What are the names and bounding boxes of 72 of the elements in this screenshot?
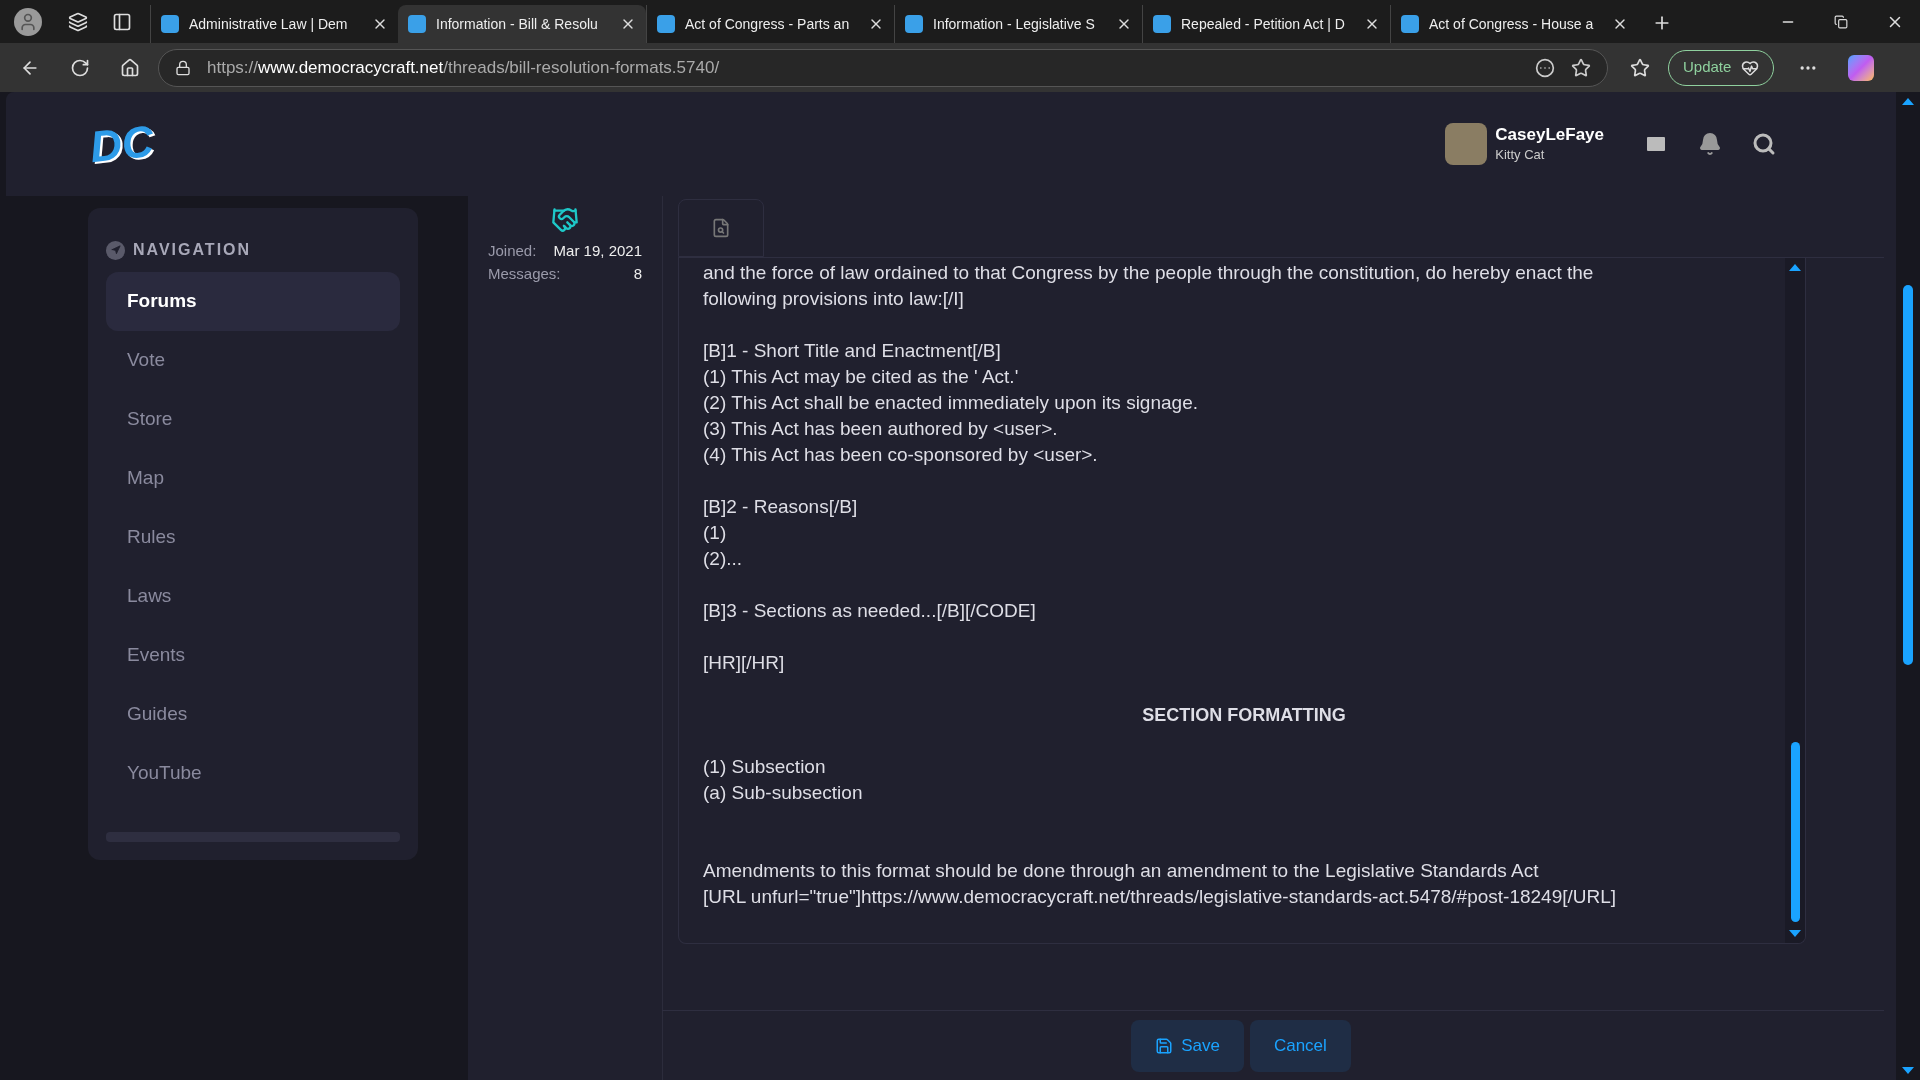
user-title: Kitty Cat xyxy=(1495,145,1546,164)
stat-value: 8 xyxy=(633,263,642,284)
bell-icon[interactable] xyxy=(1698,132,1722,156)
nav-item[interactable]: Map xyxy=(106,449,400,508)
navigation-icon xyxy=(106,240,125,260)
avatar-photo-placeholder[interactable] xyxy=(1445,123,1488,165)
favorites-icon[interactable] xyxy=(1630,57,1650,78)
site-favicon-icon xyxy=(657,15,675,33)
tab-title: Information - Bill & Resolu xyxy=(436,14,599,34)
editor-line: (2)... xyxy=(703,547,744,571)
editor-line: and the force of law ordained to that Congress by the people through the constitution, do hereby enact the xyxy=(703,261,1595,285)
site-logo[interactable]: DC xyxy=(86,107,157,181)
home-icon[interactable] xyxy=(120,57,140,78)
stat-label: Joined: xyxy=(488,241,537,261)
stat-label: Messages: xyxy=(488,263,561,284)
editor-line: (a) Sub-subsection xyxy=(703,781,864,805)
heart-pulse-icon xyxy=(1741,58,1760,77)
stat-value: Mar 19, 2021 xyxy=(553,241,642,261)
nav-item[interactable]: Forums xyxy=(106,272,400,331)
nav-item[interactable]: YouTube xyxy=(106,744,400,803)
editor-line: [B]1 - Short Title and Enactment[/B] xyxy=(703,339,1002,363)
profile-icon[interactable] xyxy=(14,7,42,36)
editor-line: [B]2 - Reasons[/B] xyxy=(703,495,859,519)
handshake-icon xyxy=(551,206,579,234)
tab-title: Administrative Law | Dem xyxy=(189,14,349,34)
editor-line: (1) Subsection xyxy=(703,755,827,779)
nav-item[interactable]: Laws xyxy=(106,567,400,626)
nav-item[interactable]: Guides xyxy=(106,685,400,744)
editor-scrollbar[interactable] xyxy=(1785,258,1805,943)
tab-title: Information - Legislative S xyxy=(933,14,1096,34)
address-bar[interactable]: https://www.democracycraft.net/threads/bill-resolution-formats.5740/ xyxy=(158,48,1608,87)
reload-icon[interactable] xyxy=(70,57,90,78)
editor-text-area[interactable] xyxy=(678,258,1806,944)
collections-icon[interactable] xyxy=(68,11,88,32)
editor-line: (1) xyxy=(703,521,728,545)
favorite-star-icon[interactable] xyxy=(1571,57,1591,78)
restore-icon[interactable] xyxy=(1834,14,1848,29)
tab-title: Act of Congress - House a xyxy=(1429,14,1595,34)
site-favicon-icon xyxy=(161,15,179,33)
tab-title: Repealed - Petition Act | D xyxy=(1181,14,1346,34)
cancel-button[interactable]: Cancel xyxy=(1249,1019,1351,1072)
site-favicon-icon xyxy=(1153,15,1171,33)
url-text: https://www.democracycraft.net/threads/bill-resolution-formats.5740/ xyxy=(207,56,720,79)
editor-line: (4) This Act has been co-sponsored by <user>. xyxy=(703,443,1099,467)
save-button[interactable]: Save xyxy=(1131,1019,1244,1072)
editor-line: [B]3 - Sections as needed...[/B][/CODE] xyxy=(703,599,1037,623)
site-favicon-icon xyxy=(408,15,426,33)
search-icon[interactable] xyxy=(1752,132,1776,156)
site-favicon-icon xyxy=(1401,15,1419,33)
editor-line: [HR][/HR] xyxy=(703,651,786,675)
browser-tab[interactable]: Information - Bill & Resolu xyxy=(398,5,646,43)
lock-icon xyxy=(175,59,191,76)
nav-item[interactable]: Rules xyxy=(106,508,400,567)
copilot-icon[interactable] xyxy=(1848,54,1875,81)
editor-line: Amendments to this format should be done through an amendment to the Legislative Standards Act xyxy=(703,859,1540,883)
save-icon xyxy=(1155,1036,1174,1055)
site-favicon-icon xyxy=(905,15,923,33)
username[interactable]: CaseyLeFaye xyxy=(1495,123,1604,145)
preview-icon xyxy=(711,218,731,238)
nav-item[interactable]: Store xyxy=(106,390,400,449)
nav-item[interactable]: Events xyxy=(106,626,400,685)
sidebar-icon[interactable] xyxy=(112,11,132,32)
editor-line: following provisions into law:[/I] xyxy=(703,287,965,311)
tab-title: Act of Congress - Parts an xyxy=(685,14,851,34)
navigation-heading: NAVIGATION xyxy=(133,240,252,260)
editor-line: (2) This Act shall be enacted immediately upon its signage. xyxy=(703,391,1199,415)
editor-line: [URL unfurl="true"]https://www.democracycraft.net/threads/legislative-standards-act.5478/#post-18249[/URL] xyxy=(703,885,1618,909)
editor-heading: SECTION FORMATTING xyxy=(1142,704,1346,727)
reader-icon[interactable] xyxy=(1535,57,1555,78)
editor-line: (3) This Act has been authored by <user>. xyxy=(703,417,1059,441)
editor-line: (1) This Act may be cited as the ' Act.' xyxy=(703,365,1020,389)
nav-item[interactable]: Vote xyxy=(106,331,400,390)
